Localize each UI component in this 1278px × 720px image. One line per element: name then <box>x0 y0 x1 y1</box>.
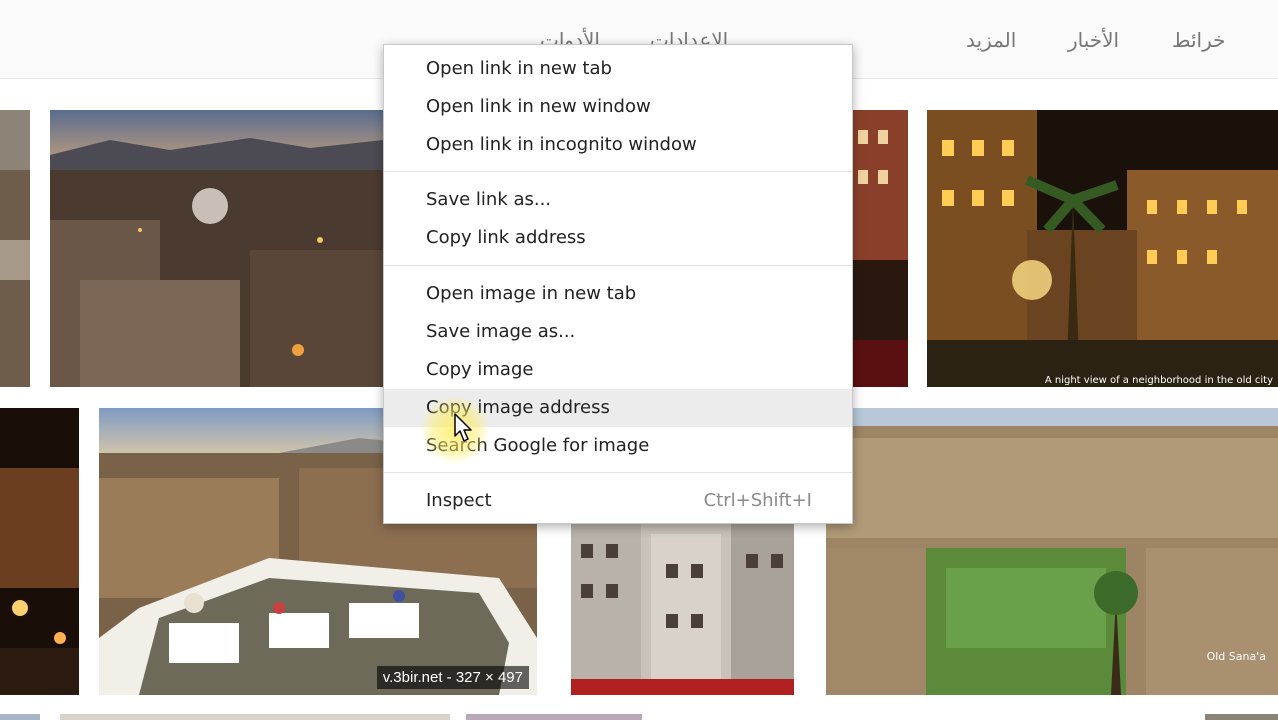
tab-maps[interactable]: خرائط <box>1172 28 1226 52</box>
image-result-10[interactable] <box>60 714 450 720</box>
menu-item-label: Copy image <box>426 359 534 380</box>
image-result-2[interactable] <box>50 110 383 387</box>
image-result-7[interactable] <box>571 524 794 695</box>
menu-item-open-image-new-tab[interactable]: Open image in new tab <box>384 275 852 313</box>
image-result-1[interactable] <box>0 110 30 387</box>
image-result-11[interactable] <box>466 714 642 720</box>
menu-item-copy-link-address[interactable]: Copy link address <box>384 219 852 257</box>
menu-item-label: Save image as... <box>426 321 576 342</box>
menu-item-label: Open link in new window <box>426 96 651 117</box>
image-result-4[interactable]: A night view of a neighborhood in the ol… <box>927 110 1278 387</box>
mouse-pointer-icon <box>454 413 472 442</box>
menu-item-label: Inspect <box>426 490 492 511</box>
image-result-3[interactable] <box>852 110 908 387</box>
menu-item-label: Open link in new tab <box>426 58 612 79</box>
menu-separator <box>384 472 852 473</box>
tab-news[interactable]: الأخبار <box>1068 28 1119 52</box>
menu-item-label: Copy link address <box>426 227 586 248</box>
menu-item-inspect[interactable]: Inspect Ctrl+Shift+I <box>384 482 852 520</box>
menu-item-open-link-new-tab[interactable]: Open link in new tab <box>384 50 852 88</box>
menu-item-open-link-new-window[interactable]: Open link in new window <box>384 88 852 126</box>
menu-item-open-link-incognito[interactable]: Open link in incognito window <box>384 126 852 164</box>
menu-item-save-image-as[interactable]: Save image as... <box>384 313 852 351</box>
menu-item-label: Open link in incognito window <box>426 134 697 155</box>
menu-separator <box>384 171 852 172</box>
image-result-9[interactable] <box>0 714 40 720</box>
image-result-5[interactable] <box>0 408 79 695</box>
image-caption: v.3bir.net - 327 × 497 <box>376 666 529 689</box>
watermark-text-1: A night view of a neighborhood in the ol… <box>1045 375 1273 386</box>
menu-item-label: Open image in new tab <box>426 283 637 304</box>
tab-more[interactable]: المزيد <box>966 28 1016 52</box>
menu-item-copy-image[interactable]: Copy image <box>384 351 852 389</box>
image-result-12[interactable] <box>1205 714 1278 720</box>
menu-separator <box>384 265 852 266</box>
menu-item-save-link-as[interactable]: Save link as... <box>384 181 852 219</box>
menu-item-shortcut: Ctrl+Shift+I <box>703 490 812 511</box>
image-result-8[interactable]: Old Sana'a <box>826 408 1278 695</box>
menu-item-label: Save link as... <box>426 189 552 210</box>
watermark-text-2: Old Sana'a <box>1207 650 1266 663</box>
